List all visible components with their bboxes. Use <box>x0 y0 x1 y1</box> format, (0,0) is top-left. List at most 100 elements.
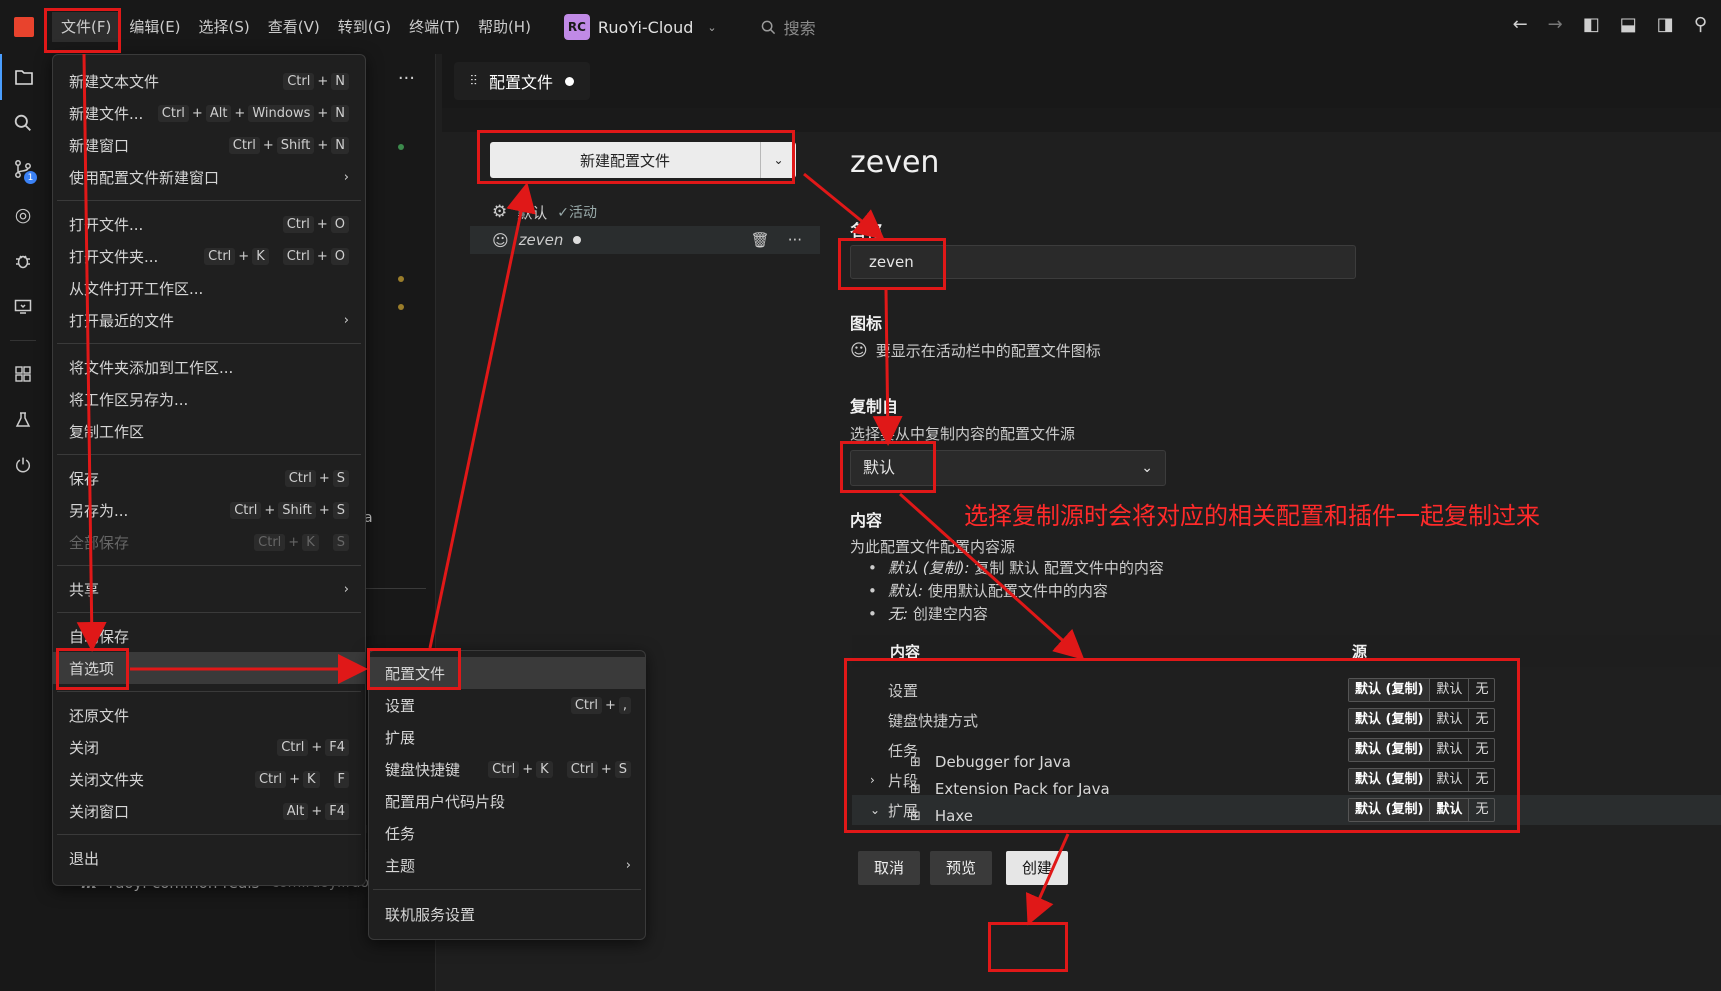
active-tag: ✓活动 <box>557 205 597 221</box>
menu-1[interactable]: 编辑(E) <box>120 12 189 42</box>
menu-item-6-2[interactable]: 关闭文件夹 Ctrl + K F <box>53 763 365 795</box>
menu-item-0-6[interactable]: 主题 › <box>369 849 645 881</box>
menu-separator <box>57 612 361 613</box>
key: S <box>332 469 349 487</box>
toggle-panel-icon[interactable]: ⬓ <box>1620 14 1637 35</box>
annotation-box-preferences <box>56 648 129 690</box>
menu-item-1-0[interactable]: 打开文件... Ctrl + O <box>53 208 365 240</box>
command-search[interactable]: 搜索 <box>761 15 816 39</box>
legend-text: 创建空内容 <box>912 605 988 623</box>
tab-profiles[interactable]: ⫶⫶ 配置文件 <box>454 62 591 100</box>
preview-button[interactable]: 预览 <box>930 851 993 885</box>
menu-item-label: 另存为... <box>69 501 129 520</box>
menu-separator <box>57 200 361 201</box>
menu-item-0-2[interactable]: 扩展 <box>369 721 645 753</box>
profile-item-zeven[interactable]: ☺ zeven 🗑 ··· <box>470 226 820 254</box>
create-button[interactable]: 创建 <box>1006 851 1069 885</box>
menu-item-7-0[interactable]: 退出 <box>53 842 365 874</box>
menu-item-2-0[interactable]: 将文件夹添加到工作区... <box>53 351 365 383</box>
menu-item-3-1[interactable]: 另存为... Ctrl + Shift + S <box>53 494 365 526</box>
more-icon[interactable]: ··· <box>398 68 415 89</box>
key: Ctrl <box>254 533 286 551</box>
menu-item-2-2[interactable]: 复制工作区 <box>53 415 365 447</box>
legend-term: 默认 (复制): <box>888 559 970 577</box>
annotation-box-profiles-item <box>367 648 461 690</box>
menu-item-label: 扩展 <box>385 728 416 747</box>
menu-item-4-0[interactable]: 共享 › <box>53 573 365 605</box>
menu-item-6-3[interactable]: 关闭窗口 Alt + F4 <box>53 795 365 827</box>
key: K <box>536 760 553 778</box>
menu-item-3-2[interactable]: 全部保存 Ctrl + K S <box>53 526 365 558</box>
key: Ctrl <box>283 72 315 90</box>
menu-item-6-0[interactable]: 还原文件 <box>53 699 365 731</box>
search-icon[interactable] <box>0 100 46 146</box>
extensions-icon[interactable] <box>0 351 46 397</box>
shortcut: Ctrl + K S <box>254 533 349 551</box>
menu-item-1-2[interactable]: 从文件打开工作区... <box>53 272 365 304</box>
chevron-right-icon: › <box>343 169 349 185</box>
key: Ctrl <box>230 501 262 519</box>
key: Ctrl <box>284 469 316 487</box>
key: F4 <box>325 738 349 756</box>
key: Ctrl <box>157 104 189 122</box>
menu-item-0-4[interactable]: 配置用户代码片段 <box>369 785 645 817</box>
menu-6[interactable]: 帮助(H) <box>469 12 540 42</box>
title-bar: 文件(F) 编辑(E) 选择(S) 查看(V) 转到(G) 终端(T) 帮助(H) RC R… <box>0 0 1721 54</box>
menu-item-0-1[interactable]: 设置 Ctrl +, <box>369 689 645 721</box>
menu-item-1-1[interactable]: 打开文件夹... Ctrl + K Ctrl + O <box>53 240 365 272</box>
menu-item-3-0[interactable]: 保存 Ctrl + S <box>53 462 365 494</box>
back-arrow-icon[interactable]: ← <box>1513 14 1528 35</box>
menu-item-label: 联机服务设置 <box>385 905 476 924</box>
menu-item-label: 自动保存 <box>69 627 130 646</box>
key: Shift <box>278 501 316 519</box>
cancel-button[interactable]: 取消 <box>858 851 921 885</box>
menu-item-6-1[interactable]: 关闭 Ctrl + F4 <box>53 731 365 763</box>
menu-item-0-5[interactable]: 任务 <box>369 817 645 849</box>
icon-row: ☺ 要显示在活动栏中的配置文件图标 <box>850 340 1101 361</box>
menu-3[interactable]: 查看(V) <box>259 12 329 42</box>
menu-item-label: 全部保存 <box>69 533 130 552</box>
menu-2[interactable]: 选择(S) <box>190 12 259 42</box>
forward-arrow-icon[interactable]: → <box>1548 14 1563 35</box>
divider <box>364 588 426 589</box>
toggle-primary-sidebar-icon[interactable]: ◧ <box>1583 14 1600 35</box>
chevron-right-icon: › <box>343 660 349 676</box>
menu-4[interactable]: 转到(G) <box>329 12 400 42</box>
shortcut: Ctrl + Alt + Windows + N <box>157 104 349 122</box>
more-icon[interactable]: ··· <box>788 231 802 249</box>
testing-flask-icon[interactable] <box>0 397 46 443</box>
title-actions: ← → ◧ ⬓ ◨ ⚲ <box>1513 14 1707 35</box>
trash-icon[interactable]: 🗑 <box>751 231 770 249</box>
menu-separator <box>57 834 361 835</box>
project-switcher[interactable]: RC RuoYi-Cloud ⌄ <box>563 14 717 40</box>
source-control-icon[interactable]: 1 <box>0 146 46 192</box>
menu-item-0-1[interactable]: 新建文件... Ctrl + Alt + Windows + N <box>53 97 365 129</box>
menu-item-0-2[interactable]: 新建窗口 Ctrl + Shift + N <box>53 129 365 161</box>
account-icon[interactable]: ⚲ <box>1694 14 1707 35</box>
menu-item-0-0[interactable]: 新建文本文件 Ctrl + N <box>53 65 365 97</box>
menu-item-0-3[interactable]: 键盘快捷键 Ctrl + K Ctrl + S <box>369 753 645 785</box>
robot-icon[interactable]: ☺ <box>850 341 868 361</box>
active-label: 活动 <box>569 205 597 221</box>
explorer-icon[interactable] <box>0 54 46 100</box>
menu-item-1-0[interactable]: 联机服务设置 <box>369 898 645 930</box>
menu-item-0-3[interactable]: 使用配置文件新建窗口 › <box>53 161 365 193</box>
unsaved-dot-icon <box>565 76 575 86</box>
shortcut: Ctrl + S <box>284 469 349 487</box>
menu-item-1-3[interactable]: 打开最近的文件 › <box>53 304 365 336</box>
menu-item-label: 打开最近的文件 <box>69 311 175 330</box>
debug-icon[interactable] <box>0 238 46 284</box>
menu-item-2-1[interactable]: 将工作区另存为... <box>53 383 365 415</box>
git-status-dot <box>398 144 404 150</box>
menu-5[interactable]: 终端(T) <box>400 12 469 42</box>
profile-name: zeven <box>518 231 564 249</box>
remote-explorer-icon[interactable]: ◎ <box>0 192 46 238</box>
remote-window-icon[interactable] <box>0 284 46 330</box>
toggle-secondary-sidebar-icon[interactable]: ◨ <box>1657 14 1674 35</box>
power-icon[interactable]: ⏻ <box>0 443 46 489</box>
key: Ctrl <box>254 770 287 788</box>
sliders-icon: ⫶⫶ <box>470 73 477 89</box>
menu-item-label: 新建文本文件 <box>69 72 160 91</box>
profile-item-default[interactable]: ⚙ 默认 ✓活动 <box>470 198 820 226</box>
chevron-right-icon: › <box>625 857 631 873</box>
